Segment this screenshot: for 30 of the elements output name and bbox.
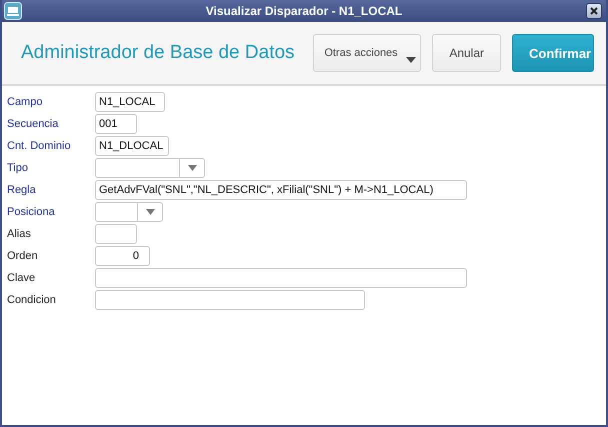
field-label: Condicion — [7, 294, 57, 306]
dropdown-field[interactable] — [95, 202, 163, 222]
input-field[interactable]: 0 — [95, 246, 150, 266]
window-title: Visualizar Disparador - N1_LOCAL — [204, 4, 404, 18]
field-label: Alias — [7, 228, 32, 240]
input-field[interactable]: N1_LOCAL — [95, 92, 165, 112]
caret-icon — [146, 209, 154, 215]
dropdown-field[interactable] — [95, 158, 205, 178]
more-actions-button[interactable]: Otras acciones — [313, 34, 422, 72]
field-label: Campo — [7, 96, 44, 108]
field-label: Secuencia — [7, 118, 60, 130]
close-button[interactable] — [586, 3, 602, 19]
field-label: Clave — [7, 272, 36, 284]
input-field[interactable]: N1_DLOCAL — [95, 136, 169, 156]
cancel-button[interactable]: Anular — [432, 34, 501, 72]
field-label: Posiciona — [7, 206, 56, 218]
caret-icon — [406, 57, 416, 63]
input-field[interactable] — [95, 290, 365, 310]
input-field[interactable] — [95, 224, 137, 244]
field-label: Regla — [7, 184, 37, 196]
monitor-icon — [4, 2, 22, 20]
field-label: Cnt. Dominio — [7, 140, 72, 152]
page-title: Administrador de Base de Datos — [21, 42, 296, 64]
field-label: Orden — [7, 250, 39, 262]
close-icon — [590, 7, 598, 15]
input-field[interactable]: GetAdvFVal("SNL","NL_DESCRIC", xFilial("SNL") + M->N1_LOCAL) — [95, 180, 467, 200]
caret-icon — [188, 165, 196, 171]
field-label: Tipo — [7, 162, 29, 174]
input-field[interactable]: 001 — [95, 114, 137, 134]
input-field[interactable] — [95, 268, 467, 288]
